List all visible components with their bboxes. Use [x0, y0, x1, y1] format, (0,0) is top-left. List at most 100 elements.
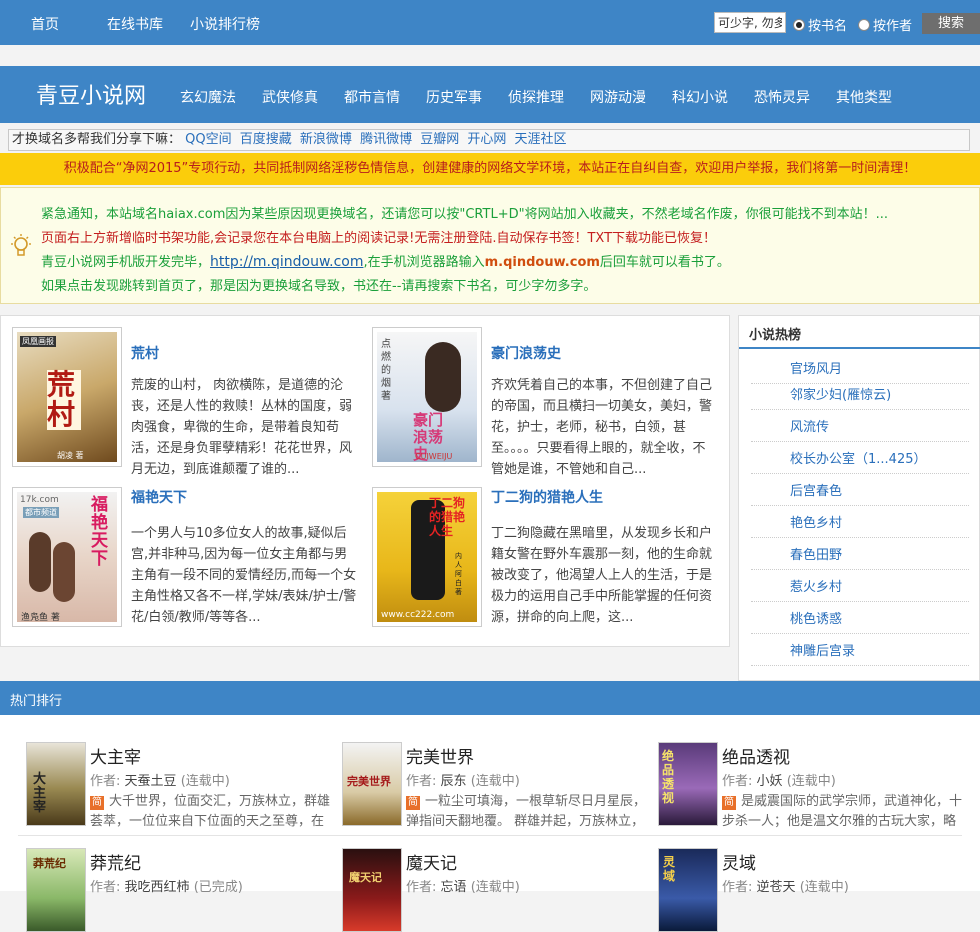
ranking-cover[interactable]: 大主宰: [26, 742, 86, 826]
category-link[interactable]: 侦探推理: [508, 87, 564, 107]
hot-item[interactable]: 桃色诱惑: [751, 602, 969, 634]
nav-home[interactable]: 首页: [31, 14, 59, 34]
hot-item-label[interactable]: 官场风月: [790, 358, 842, 377]
ranking-header: 热门排行: [0, 681, 980, 715]
ranking-cover[interactable]: 绝品透视: [658, 742, 718, 826]
category-link[interactable]: 其他类型: [836, 87, 892, 107]
hot-item[interactable]: 神雕后宫录: [751, 634, 969, 666]
ranking-panel: 大主宰 大主宰 作者: 天蚕土豆 (连载中) 简大千世界，位面交汇，万族林立，群…: [0, 715, 980, 932]
hot-item-label[interactable]: 惹火乡村: [790, 576, 842, 595]
book-card[interactable]: 17k.com 都市频道 福艳天下 渔凫鱼 著 福艳天下 一个男人与10多位女人…: [12, 487, 362, 637]
cover-author: 渔凫鱼 著: [21, 613, 60, 622]
alert-mobile-text: 青豆小说网手机版开发完毕，: [41, 255, 211, 270]
book-title[interactable]: 豪门浪荡史: [491, 343, 561, 363]
share-bar: 才换域名多帮我们分享下嘛： QQ空间 百度搜藏 新浪微博 腾讯微博 豆瓣网 开心…: [8, 129, 970, 151]
site-logo[interactable]: 青豆小说网: [36, 78, 146, 110]
author-label: 作者:: [90, 774, 121, 789]
hot-item-label[interactable]: 风流传: [790, 416, 829, 435]
share-link-tencent[interactable]: 腾讯微博: [360, 132, 412, 147]
hot-item[interactable]: 后宫春色: [751, 474, 969, 506]
nav-rankings[interactable]: 小说排行榜: [190, 14, 260, 34]
ranking-book-title[interactable]: 大主宰: [90, 743, 141, 768]
cover-subtitle: CUIWEIJU: [415, 452, 453, 461]
ranking-book-title[interactable]: 灵域: [722, 849, 756, 874]
cover-author: 胡凌 著: [57, 451, 84, 460]
search-input[interactable]: [714, 12, 786, 33]
ranking-author-line: 作者: 逆苍天 (连载中): [722, 876, 849, 895]
share-link-tianya[interactable]: 天涯社区: [515, 132, 567, 147]
hot-item-label[interactable]: 神雕后宫录: [790, 640, 855, 659]
author-label: 作者:: [406, 774, 437, 789]
hot-novels-panel: 小说热榜 官场风月 邻家少妇(雁惊云) 风流传 校长办公室（1...425） 后…: [738, 315, 980, 681]
ranking-author-line: 作者: 天蚕土豆 (连载中): [90, 770, 230, 789]
cover-title: 灵域: [663, 855, 676, 883]
category-link[interactable]: 玄幻魔法: [180, 87, 236, 107]
ranking-cover[interactable]: 魔天记: [342, 848, 402, 932]
category-link[interactable]: 恐怖灵异: [754, 87, 810, 107]
author-name[interactable]: 小妖: [757, 774, 783, 789]
hot-item[interactable]: 风流传: [751, 410, 969, 442]
book-cover[interactable]: 17k.com 都市频道 福艳天下 渔凫鱼 著: [12, 487, 122, 627]
author-name[interactable]: 辰东: [441, 774, 467, 789]
book-title[interactable]: 丁二狗的猎艳人生: [491, 487, 603, 507]
book-card[interactable]: 凤凰画报 荒村 胡凌 著 荒村 荒废的山村， 肉欲横陈，是道德的沦丧，还是人性的…: [12, 327, 362, 477]
ranking-book-title[interactable]: 完美世界: [406, 743, 474, 768]
hot-item-label[interactable]: 艳色乡村: [790, 512, 842, 531]
ranking-desc: 简一粒尘可填海，一根草斩尽日月星辰，弹指间天翻地覆。 群雄并起，万族林立，诸: [406, 792, 646, 830]
nav-library[interactable]: 在线书库: [107, 14, 163, 34]
hot-item-label[interactable]: 桃色诱惑: [790, 608, 842, 627]
category-link[interactable]: 网游动漫: [590, 87, 646, 107]
radio-by-author[interactable]: 按作者: [858, 15, 912, 34]
ranking-cover[interactable]: 完美世界: [342, 742, 402, 826]
book-cover[interactable]: 点燃的烟 著 豪门浪荡史 CUIWEIJU: [372, 327, 482, 467]
hot-item[interactable]: 惹火乡村: [751, 570, 969, 602]
category-link[interactable]: 武侠修真: [262, 87, 318, 107]
share-link-sina[interactable]: 新浪微博: [300, 132, 352, 147]
book-title[interactable]: 福艳天下: [131, 487, 187, 507]
book-desc: 丁二狗隐藏在黑暗里，从发现乡长和户籍女警在野外车震那一刻，他的生命就被改变了，他…: [491, 526, 713, 625]
ranking-book-title[interactable]: 绝品透视: [722, 743, 790, 768]
hot-item-label[interactable]: 邻家少妇(雁惊云): [790, 384, 891, 403]
author-name[interactable]: 天蚕土豆: [125, 774, 177, 789]
hot-item-label[interactable]: 春色田野: [790, 544, 842, 563]
ranking-cover[interactable]: 灵域: [658, 848, 718, 932]
author-name[interactable]: 我吃西红柿: [125, 880, 190, 895]
book-card[interactable]: 丁二狗的猎艳人生 内人阿白 著 www.cc222.com 丁二狗的猎艳人生 丁…: [372, 487, 722, 637]
alert-box: 紧急通知，本站域名haiax.com因为某些原因现更换域名，还请您可以按"CRT…: [0, 187, 980, 304]
book-cover[interactable]: 凤凰画报 荒村 胡凌 著: [12, 327, 122, 467]
hot-item[interactable]: 校长办公室（1...425）: [751, 442, 969, 474]
share-link-kaixin[interactable]: 开心网: [467, 132, 506, 147]
category-link[interactable]: 科幻小说: [672, 87, 728, 107]
hot-item-label[interactable]: 后宫春色: [790, 480, 842, 499]
radio-by-title[interactable]: 按书名: [793, 15, 847, 34]
hot-item[interactable]: 邻家少妇(雁惊云): [751, 378, 969, 410]
cover-title: 绝品透视: [662, 749, 675, 805]
mobile-site-link[interactable]: http://m.qindouw.com: [210, 254, 363, 270]
ranking-author-line: 作者: 小妖 (连载中): [722, 770, 836, 789]
book-cover[interactable]: 丁二狗的猎艳人生 内人阿白 著 www.cc222.com: [372, 487, 482, 627]
ranking-book-title[interactable]: 魔天记: [406, 849, 457, 874]
category-link[interactable]: 都市言情: [344, 87, 400, 107]
book-title[interactable]: 荒村: [131, 343, 159, 363]
share-link-douban[interactable]: 豆瓣网: [420, 132, 459, 147]
author-name[interactable]: 逆苍天: [757, 880, 796, 895]
hot-item[interactable]: 春色田野: [751, 538, 969, 570]
ranking-book-title[interactable]: 莽荒纪: [90, 849, 141, 874]
author-label: 作者:: [406, 880, 437, 895]
cover-figure: [29, 532, 51, 592]
divider: [18, 835, 962, 836]
lightbulb-icon: [11, 234, 31, 256]
hot-item[interactable]: 艳色乡村: [751, 506, 969, 538]
book-card[interactable]: 点燃的烟 著 豪门浪荡史 CUIWEIJU 豪门浪荡史 齐欢凭着自己的本事，不但…: [372, 327, 722, 477]
search-button[interactable]: 搜索: [922, 13, 980, 34]
book-status: (连载中): [470, 774, 520, 789]
category-link[interactable]: 历史军事: [426, 87, 482, 107]
share-link-baidu[interactable]: 百度搜藏: [240, 132, 292, 147]
ranking-author-line: 作者: 辰东 (连载中): [406, 770, 520, 789]
author-name[interactable]: 忘语: [441, 880, 467, 895]
hot-item-label[interactable]: 校长办公室（1...425）: [790, 448, 926, 467]
ranking-cover[interactable]: 莽荒纪: [26, 848, 86, 932]
share-link-qzone[interactable]: QQ空间: [185, 132, 231, 147]
cover-subtitle: 都市频道: [23, 507, 59, 518]
ranking-author-line: 作者: 我吃西红柿 (已完成): [90, 876, 243, 895]
